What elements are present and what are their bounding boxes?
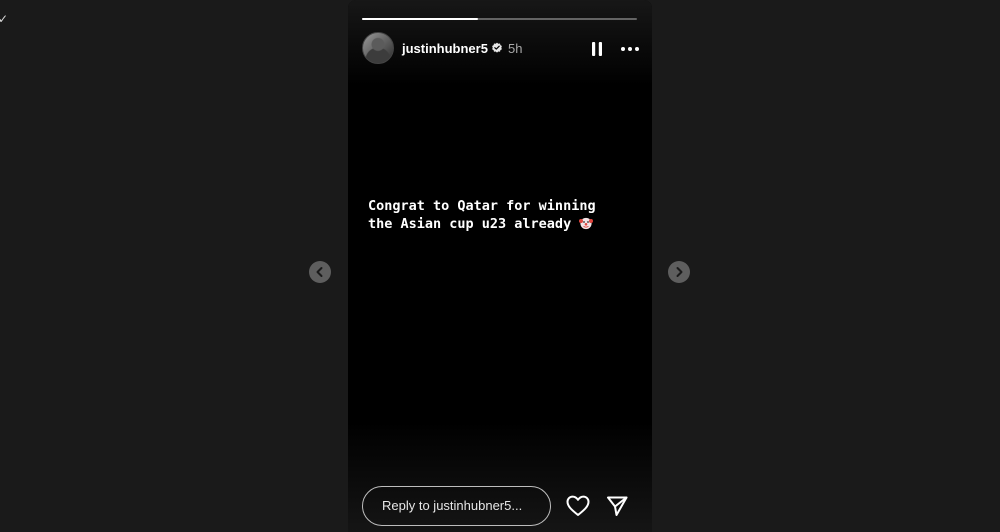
clown-face-icon xyxy=(579,217,594,230)
story-card[interactable]: justinhubner5 5h Congrat to Qatar for wi… xyxy=(348,0,652,532)
story-header: justinhubner5 5h xyxy=(362,32,642,66)
avatar[interactable] xyxy=(362,32,394,64)
previous-story-button[interactable] xyxy=(309,261,331,283)
story-progress-fill xyxy=(362,18,478,20)
heart-icon[interactable] xyxy=(566,495,590,517)
chevron-right-icon xyxy=(676,267,683,277)
reply-input[interactable]: Reply to justinhubner5... xyxy=(362,486,551,526)
post-time: 5h xyxy=(508,41,523,56)
story-viewer: ✓ justinhubner5 5h Congrat to Qatar for … xyxy=(0,0,1000,532)
story-caption: Congrat to Qatar for winning the Asian c… xyxy=(368,197,638,233)
story-progress-bar xyxy=(362,18,637,20)
pause-icon[interactable] xyxy=(588,40,606,58)
username[interactable]: justinhubner5 xyxy=(402,41,488,56)
story-caption-line-2: the Asian cup u23 already xyxy=(368,216,580,232)
story-caption-line-1: Congrat to Qatar for winning xyxy=(368,198,596,214)
more-options-icon[interactable] xyxy=(620,40,640,58)
next-story-button[interactable] xyxy=(668,261,690,283)
send-icon[interactable] xyxy=(606,495,628,517)
chevron-left-icon xyxy=(316,267,323,277)
close-icon[interactable]: ✓ xyxy=(0,12,8,26)
verified-badge-icon xyxy=(492,42,502,53)
